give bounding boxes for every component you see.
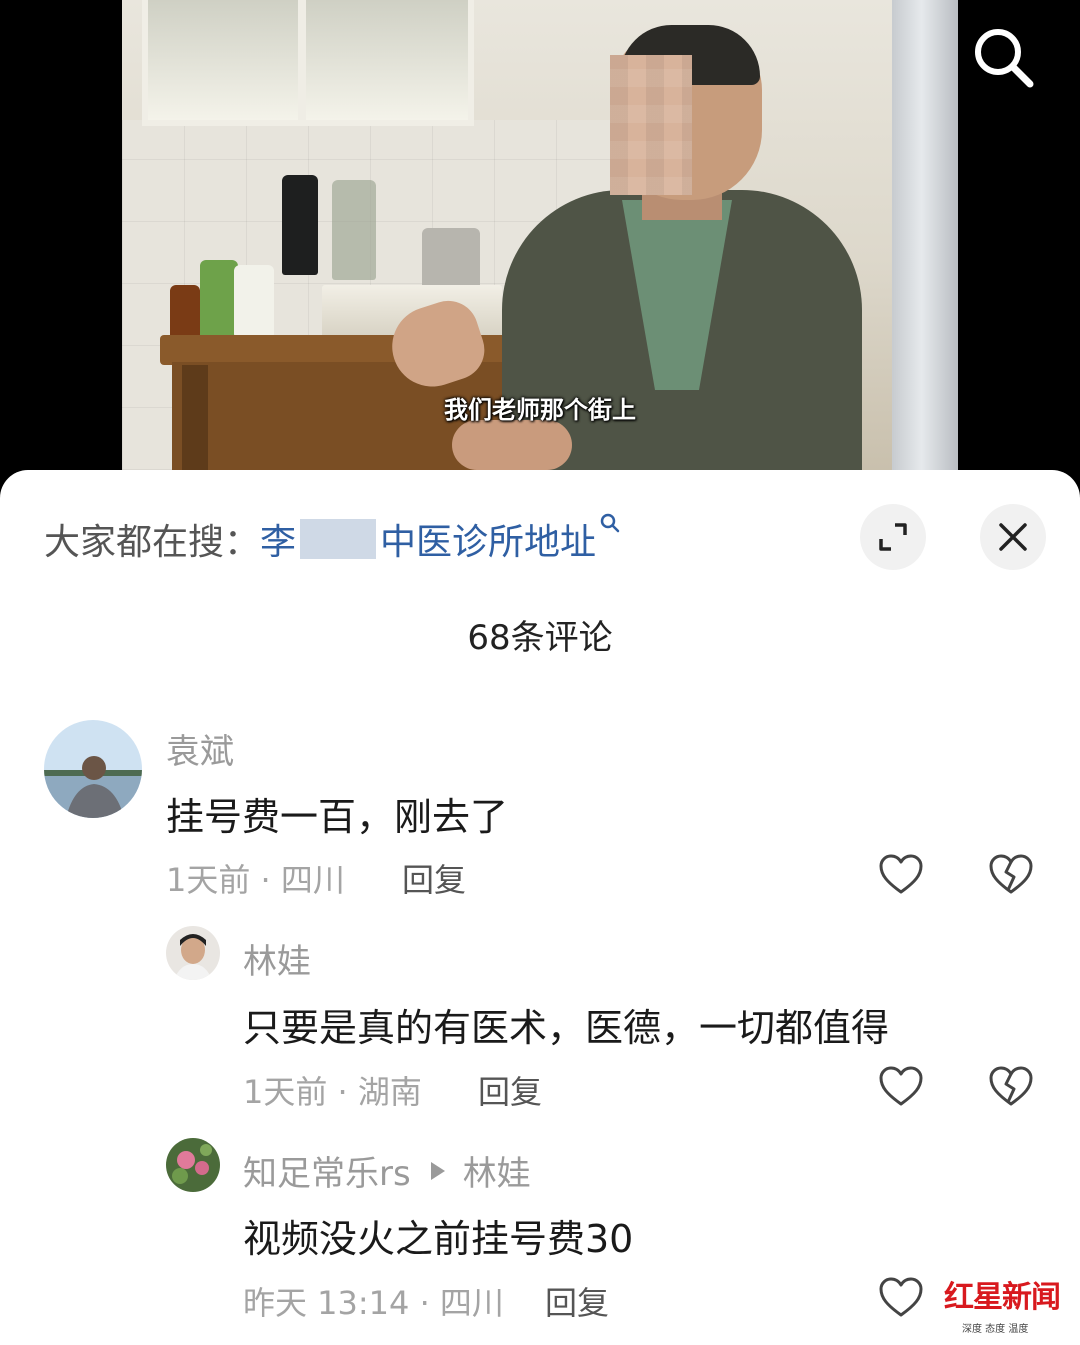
reply-button[interactable]: 回复 <box>545 1278 609 1324</box>
video-player[interactable]: 我们老师那个街上 <box>0 0 1080 470</box>
comment-count: 68条评论 <box>467 618 613 658</box>
watermark-logo: 红星新闻 深度 态度 温度 <box>944 1272 1074 1338</box>
comment-meta: 1天前 · 湖南 <box>243 1073 422 1111</box>
close-icon <box>999 523 1027 551</box>
medicine-box <box>200 260 238 340</box>
person-hand-lower <box>452 420 572 470</box>
comment-meta: 1天前 · 四川 <box>166 861 345 899</box>
window <box>142 0 474 126</box>
avatar[interactable] <box>44 720 142 818</box>
hot-search-prefix: 大家都在搜： <box>44 522 261 563</box>
search-icon <box>975 29 1034 88</box>
comment-author[interactable]: 袁斌 <box>166 724 234 773</box>
comment-author[interactable]: 林娃 <box>243 934 311 983</box>
watermark-title: 红星新闻 <box>944 1280 1061 1315</box>
comment-author-name[interactable]: 知足常乐rs <box>243 1146 411 1195</box>
expand-button[interactable] <box>860 504 926 570</box>
comment-content: 只要是真的有医术，医德，一切都值得 <box>243 1006 890 1050</box>
avatar[interactable] <box>166 1138 220 1192</box>
reply-to-name[interactable]: 林娃 <box>463 1146 531 1195</box>
watermark-slogan: 深度 态度 温度 <box>962 1324 1029 1335</box>
reply-arrow-icon <box>430 1161 445 1180</box>
steel-pot <box>422 228 480 288</box>
hot-search-name[interactable]: 李 <box>260 513 296 565</box>
video-subtitle: 我们老师那个街上 <box>444 395 636 424</box>
comment-author[interactable]: 知足常乐rs 林娃 <box>243 1146 531 1195</box>
heart-icon[interactable] <box>877 1275 925 1319</box>
hot-search-bar[interactable]: 大家都在搜： 李 中医诊所地址 <box>44 513 620 563</box>
name-mask <box>300 519 377 559</box>
face-mosaic <box>610 55 692 195</box>
thermos <box>282 175 318 275</box>
broken-heart-icon[interactable] <box>987 1064 1035 1108</box>
heart-icon[interactable] <box>877 852 925 896</box>
avatar[interactable] <box>166 926 220 980</box>
reply-button[interactable]: 回复 <box>478 1067 542 1113</box>
search-button[interactable] <box>968 22 1040 94</box>
close-button[interactable] <box>980 504 1046 570</box>
pill-bottle <box>234 265 274 337</box>
broken-heart-icon[interactable] <box>987 852 1035 896</box>
reply-button[interactable]: 回复 <box>402 855 466 901</box>
heart-icon[interactable] <box>877 1064 925 1108</box>
comment-content: 挂号费一百，刚去了 <box>166 795 509 839</box>
comment-content: 视频没火之前挂号费30 <box>243 1217 634 1261</box>
video-frame: 我们老师那个街上 <box>122 0 958 470</box>
hot-search-query[interactable]: 中医诊所地址 <box>380 513 596 565</box>
comment-sheet: 大家都在搜： 李 中医诊所地址 68条评论 袁斌 挂号费一百，刚去了 1天前 ·… <box>0 470 1080 1345</box>
comment-meta: 昨天 13:14 · 四川 <box>243 1284 504 1322</box>
glass-jar <box>332 180 376 280</box>
expand-icon <box>879 523 907 551</box>
search-icon <box>600 513 620 533</box>
